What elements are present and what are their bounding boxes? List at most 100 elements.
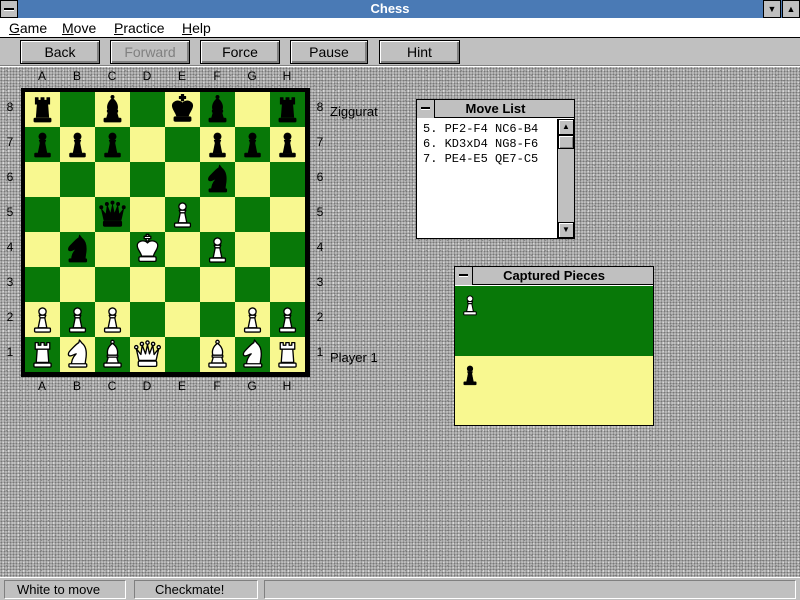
square-c3[interactable]: [95, 267, 130, 302]
square-c7[interactable]: [95, 127, 130, 162]
square-h5[interactable]: [270, 197, 305, 232]
square-d5[interactable]: [130, 197, 165, 232]
square-g6[interactable]: [235, 162, 270, 197]
square-a1[interactable]: [25, 337, 60, 372]
move-list-item[interactable]: 5. PF2-F4 NC6-B4: [423, 122, 559, 137]
square-b6[interactable]: [60, 162, 95, 197]
menu-move[interactable]: Move: [62, 20, 96, 36]
square-h7[interactable]: [270, 127, 305, 162]
square-e8[interactable]: [165, 92, 200, 127]
menu-practice[interactable]: Practice: [114, 20, 165, 36]
square-a4[interactable]: [25, 232, 60, 267]
white-pawn-icon: [103, 307, 122, 333]
square-f2[interactable]: [200, 302, 235, 337]
square-c1[interactable]: [95, 337, 130, 372]
force-button[interactable]: Force: [200, 40, 280, 64]
square-e7[interactable]: [165, 127, 200, 162]
square-b8[interactable]: [60, 92, 95, 127]
square-f6[interactable]: [200, 162, 235, 197]
square-a7[interactable]: [25, 127, 60, 162]
square-d1[interactable]: [130, 337, 165, 372]
black-bishop-icon: [103, 94, 122, 123]
white-bishop-icon: [103, 339, 122, 368]
hint-button[interactable]: Hint: [379, 40, 460, 64]
move-list-scrollbar[interactable]: ▲ ▼: [557, 119, 574, 238]
white-pawn-icon: [243, 307, 262, 333]
square-c8[interactable]: [95, 92, 130, 127]
menu-game[interactable]: Game: [9, 20, 47, 36]
square-h1[interactable]: [270, 337, 305, 372]
square-e4[interactable]: [165, 232, 200, 267]
square-e2[interactable]: [165, 302, 200, 337]
square-h3[interactable]: [270, 267, 305, 302]
square-e3[interactable]: [165, 267, 200, 302]
move-list-menu-button[interactable]: [417, 100, 435, 118]
square-h6[interactable]: [270, 162, 305, 197]
square-d6[interactable]: [130, 162, 165, 197]
square-c6[interactable]: [95, 162, 130, 197]
square-g1[interactable]: [235, 337, 270, 372]
back-button[interactable]: Back: [20, 40, 100, 64]
chess-board[interactable]: [21, 88, 310, 377]
scroll-thumb[interactable]: [558, 135, 574, 149]
square-h4[interactable]: [270, 232, 305, 267]
black-knight-icon: [68, 234, 88, 263]
square-e1[interactable]: [165, 337, 200, 372]
square-b5[interactable]: [60, 197, 95, 232]
captured-pieces-menu-button[interactable]: [455, 267, 473, 285]
square-c5[interactable]: [95, 197, 130, 232]
square-h8[interactable]: [270, 92, 305, 127]
square-f1[interactable]: [200, 337, 235, 372]
square-d4[interactable]: [130, 232, 165, 267]
square-g3[interactable]: [235, 267, 270, 302]
square-g2[interactable]: [235, 302, 270, 337]
black-pawn-icon: [209, 132, 226, 158]
square-b2[interactable]: [60, 302, 95, 337]
square-c2[interactable]: [95, 302, 130, 337]
forward-button[interactable]: Forward: [110, 40, 190, 64]
square-b3[interactable]: [60, 267, 95, 302]
pause-button[interactable]: Pause: [290, 40, 368, 64]
square-a3[interactable]: [25, 267, 60, 302]
square-g4[interactable]: [235, 232, 270, 267]
square-d7[interactable]: [130, 127, 165, 162]
square-a6[interactable]: [25, 162, 60, 197]
square-f7[interactable]: [200, 127, 235, 162]
square-g8[interactable]: [235, 92, 270, 127]
square-e6[interactable]: [165, 162, 200, 197]
square-a8[interactable]: [25, 92, 60, 127]
square-g5[interactable]: [235, 197, 270, 232]
square-f4[interactable]: [200, 232, 235, 267]
square-d2[interactable]: [130, 302, 165, 337]
scroll-down-arrow-icon[interactable]: ▼: [558, 222, 574, 238]
square-e5[interactable]: [165, 197, 200, 232]
square-b7[interactable]: [60, 127, 95, 162]
system-menu-button[interactable]: [0, 0, 18, 18]
square-a5[interactable]: [25, 197, 60, 232]
square-g7[interactable]: [235, 127, 270, 162]
captured-pieces-title: Captured Pieces: [455, 267, 653, 285]
file-label-b-top: B: [72, 69, 81, 83]
square-b1[interactable]: [60, 337, 95, 372]
move-list-item[interactable]: 6. KD3xD4 NG8-F6: [423, 137, 559, 152]
turn-status: White to move: [4, 580, 126, 599]
square-a2[interactable]: [25, 302, 60, 337]
square-b4[interactable]: [60, 232, 95, 267]
rank-label-4-left: 4: [6, 240, 14, 254]
square-f8[interactable]: [200, 92, 235, 127]
move-list[interactable]: 5. PF2-F4 NC6-B4 6. KD3xD4 NG8-F6 7. PE4-E…: [423, 122, 559, 167]
square-c4[interactable]: [95, 232, 130, 267]
menu-help[interactable]: Help: [182, 20, 211, 36]
square-d3[interactable]: [130, 267, 165, 302]
move-list-item[interactable]: 7. PE4-E5 QE7-C5: [423, 152, 559, 167]
minimize-button[interactable]: ▼: [763, 0, 781, 18]
maximize-button[interactable]: ▲: [782, 0, 800, 18]
rank-label-7-right: 7: [316, 135, 324, 149]
square-d8[interactable]: [130, 92, 165, 127]
scroll-up-arrow-icon[interactable]: ▲: [558, 119, 574, 135]
square-f5[interactable]: [200, 197, 235, 232]
file-label-h-bottom: H: [282, 379, 292, 393]
square-h2[interactable]: [270, 302, 305, 337]
black-knight-icon: [208, 164, 228, 193]
square-f3[interactable]: [200, 267, 235, 302]
